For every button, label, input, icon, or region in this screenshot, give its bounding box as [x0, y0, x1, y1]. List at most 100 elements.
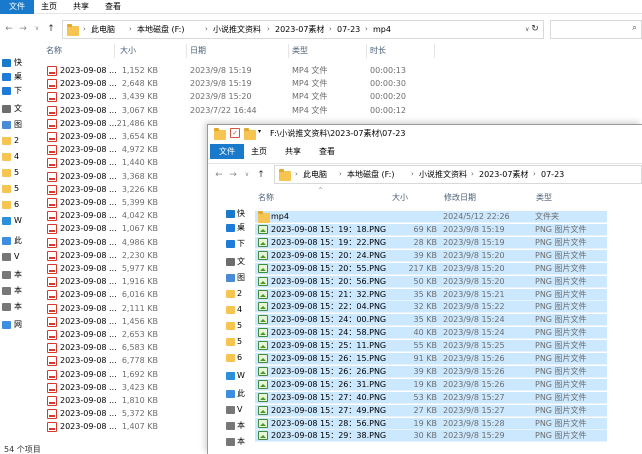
nav-item[interactable]: 本	[237, 435, 245, 449]
table-row[interactable]: 2023-09-08 15：22：04.PNG 32 KB 2023/9/8 15:…	[255, 301, 607, 314]
breadcrumb-this-pc[interactable]: 此电脑	[91, 21, 115, 38]
column-type[interactable]: 类型	[292, 44, 308, 58]
properties-icon[interactable]: ✓	[230, 128, 240, 138]
table-row[interactable]: 2023-09-08 15：28：56.PNG 19 KB 2023/9/8 15:…	[255, 417, 607, 430]
nav-item[interactable]: 下	[237, 237, 245, 251]
nav-item[interactable]: 图	[237, 271, 245, 285]
tab-view[interactable]: 查看	[96, 0, 130, 14]
address-bar[interactable]: › 此电脑 › 本地磁盘 (F:) › 小说推文资料 › 2023-07素材 ›…	[274, 165, 642, 184]
table-row[interactable]: 2023-09-08 15：21：32.PNG 35 KB 2023/9/8 15:…	[255, 288, 607, 301]
tab-home[interactable]: 主页	[242, 144, 276, 159]
breadcrumb-folder[interactable]: 小说推文资料	[419, 166, 467, 183]
file-type: PNG 图片文件	[535, 263, 587, 273]
column-name[interactable]: 名称	[258, 191, 274, 205]
nav-item[interactable]: 5	[237, 319, 242, 333]
nav-item[interactable]: 桌	[237, 221, 245, 235]
up-arrow-icon[interactable]: ↑	[254, 168, 268, 182]
forward-arrow-icon[interactable]: →	[16, 22, 30, 36]
file-size: 40 KB	[413, 328, 437, 338]
tab-share[interactable]: 共享	[64, 0, 98, 14]
search-input[interactable]: ⌕	[550, 20, 642, 39]
file-name: 2023-09-08 15：27：49.PNG	[271, 405, 387, 415]
file-name: 2023-09-08 15：29：38.PNG	[271, 431, 387, 441]
file-type: PNG 图片文件	[535, 315, 587, 325]
table-row[interactable]: 2023-09-08 ... 1,152 KB 2023/9/8 15:19 MP4 …	[44, 64, 504, 77]
column-date[interactable]: 日期	[190, 44, 206, 58]
breadcrumb-drive[interactable]: 本地磁盘 (F:)	[137, 21, 184, 38]
file-type: PNG 图片文件	[535, 431, 587, 441]
breadcrumb-current[interactable]: 07-23	[541, 166, 564, 183]
breadcrumb-drive[interactable]: 本地磁盘 (F:)	[347, 166, 394, 183]
file-size: 69 KB	[413, 225, 437, 234]
nav-item[interactable]: 4	[237, 303, 242, 317]
column-length[interactable]: 时长	[370, 44, 386, 58]
customize-toolbar-icon[interactable]: ▾	[258, 128, 261, 135]
column-type[interactable]: 类型	[536, 191, 552, 205]
refresh-icon[interactable]: ↻	[528, 22, 542, 36]
table-row[interactable]: 2023-09-08 15：19：18.PNG 69 KB 2023/9/8 15:…	[255, 224, 607, 236]
table-row[interactable]: 2023-09-08 ... 2,648 KB 2023/9/8 15:19 MP4 …	[44, 77, 504, 90]
nav-item[interactable]: 6	[237, 351, 242, 365]
breadcrumb-this-pc[interactable]: 此电脑	[303, 166, 327, 183]
tab-home[interactable]: 主页	[32, 0, 66, 14]
nav-item[interactable]: 5	[237, 335, 242, 349]
tab-view[interactable]: 查看	[310, 144, 344, 159]
file-date: 2023/9/8 15:26	[443, 354, 505, 363]
nav-item[interactable]: W	[237, 369, 245, 383]
ribbon: 文件 主页 共享 查看	[0, 0, 642, 14]
tab-file[interactable]: 文件	[210, 144, 244, 159]
file-name: mp4	[271, 212, 289, 221]
table-row[interactable]: 2023-09-08 15：25：11.PNG 55 KB 2023/9/8 15:…	[255, 340, 607, 353]
table-row[interactable]: 2023-09-08 15：26：31.PNG 19 KB 2023/9/8 15:…	[255, 378, 607, 391]
table-row[interactable]: 2023-09-08 ... 3,439 KB 2023/9/8 15:20 MP4 …	[44, 90, 504, 103]
table-row[interactable]: 2023-09-08 15：27：49.PNG 27 KB 2023/9/8 15:…	[255, 404, 607, 417]
table-row[interactable]: 2023-09-08 15：26：26.PNG 39 KB 2023/9/8 15:…	[255, 365, 607, 378]
nav-item[interactable]: 文	[237, 255, 245, 269]
table-row[interactable]: 2023-09-08 15：29：38.PNG 30 KB 2023/9/8 15:…	[255, 430, 607, 443]
breadcrumb-folder[interactable]: 2023-07素材	[275, 21, 324, 38]
column-size[interactable]: 大小	[120, 44, 136, 58]
file-date: 2023/9/8 15:19	[443, 237, 505, 247]
breadcrumb-folder[interactable]: 小说推文资料	[213, 21, 261, 38]
table-row[interactable]: 2023-09-08 15：24：58.PNG 40 KB 2023/9/8 15:…	[255, 327, 607, 340]
table-row[interactable]: 2023-09-08 15：20：24.PNG 39 KB 2023/9/8 15:…	[255, 249, 607, 262]
column-name[interactable]: 名称	[46, 44, 62, 58]
nav-item[interactable]: 此	[237, 387, 245, 401]
file-size: 1,456 KB	[121, 316, 158, 326]
table-row[interactable]: 2023-09-08 15：20：55.PNG 217 KB 2023/9/8 15…	[255, 262, 607, 275]
nav-item[interactable]: 本	[237, 419, 245, 433]
tab-share[interactable]: 共享	[276, 144, 310, 159]
breadcrumb-folder[interactable]: 2023-07素材	[479, 166, 528, 183]
file-size: 4,042 KB	[121, 211, 158, 221]
back-arrow-icon[interactable]: ←	[2, 22, 16, 36]
breadcrumb-current[interactable]: mp4	[373, 21, 391, 38]
nav-item[interactable]: 2	[237, 287, 242, 301]
column-date[interactable]: 修改日期	[444, 191, 476, 205]
image-file-icon	[258, 315, 268, 325]
file-type: PNG 图片文件	[535, 418, 587, 428]
table-row[interactable]: 2023-09-08 15：20：56.PNG 50 KB 2023/9/8 15:…	[255, 275, 607, 288]
recent-chevron-icon[interactable]: ∨	[240, 168, 254, 182]
file-size: 32 KB	[413, 302, 437, 312]
back-arrow-icon[interactable]: ←	[212, 168, 226, 182]
title-bar: ✓ ▾ F:\小说推文资料\2023-07素材\07-23	[208, 125, 642, 143]
table-row[interactable]: 2023-09-08 15：27：40.PNG 53 KB 2023/9/8 15:…	[255, 391, 607, 404]
recent-chevron-icon[interactable]: ∨	[30, 22, 44, 36]
folder-row-mp4[interactable]: mp4 2024/5/12 22:26 文件夹	[255, 211, 607, 223]
breadcrumb-folder[interactable]: 07-23	[337, 21, 360, 38]
forward-arrow-icon[interactable]: →	[226, 168, 240, 182]
table-row[interactable]: 2023-09-08 15：24：00.PNG 35 KB 2023/9/8 15:…	[255, 314, 607, 327]
table-row[interactable]: 2023-09-08 ... 3,067 KB 2023/7/22 16:44 MP4…	[44, 104, 504, 117]
nav-item[interactable]: 快	[237, 207, 245, 221]
table-row[interactable]: 2023-09-08 15：26：15.PNG 91 KB 2023/9/8 15:…	[255, 353, 607, 365]
new-folder-icon[interactable]	[244, 128, 256, 140]
nav-item[interactable]: V	[237, 403, 242, 417]
table-row[interactable]: 2023-09-08 15：19：22.PNG 28 KB 2023/9/8 15:…	[255, 236, 607, 249]
nav-item-icon	[226, 322, 235, 330]
up-arrow-icon[interactable]: ↑	[44, 22, 58, 36]
file-size: 6,583 KB	[121, 343, 158, 353]
file-type: MP4 文件	[292, 92, 328, 102]
tab-file[interactable]: 文件	[0, 0, 34, 14]
column-size[interactable]: 大小	[392, 191, 408, 205]
address-bar[interactable]: › 此电脑 › 本地磁盘 (F:) › 小说推文资料 › 2023-07素材 ›…	[62, 20, 544, 39]
